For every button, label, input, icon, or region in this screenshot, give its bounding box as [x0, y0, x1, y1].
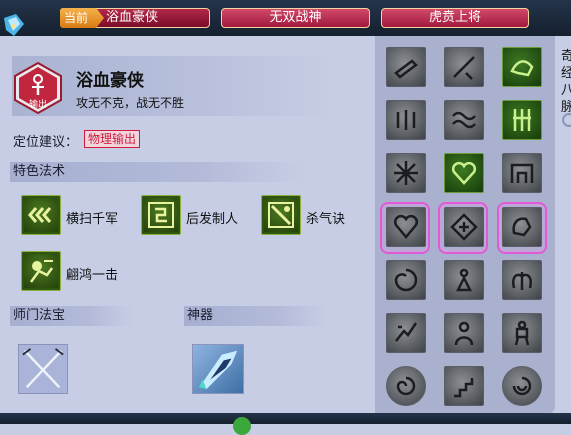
- artifact-section-title: 神器: [184, 306, 327, 326]
- meridian-slot[interactable]: [386, 47, 426, 87]
- meridian-slot[interactable]: [502, 207, 542, 247]
- skill-name: 后发制人: [186, 212, 239, 227]
- skill-name: 横扫千军: [66, 212, 119, 227]
- raining-blade-icon: [396, 110, 416, 130]
- skills-section-title: 特色法术: [10, 162, 303, 182]
- dragon-icon: [510, 60, 534, 77]
- meridian-slot[interactable]: [444, 47, 484, 87]
- meridian-slot[interactable]: [386, 100, 426, 140]
- green-dot-icon: [233, 417, 251, 435]
- meridian-slot[interactable]: [386, 366, 426, 406]
- skill-icon-1[interactable]: [21, 195, 61, 235]
- skill-name: 翩鸿一击: [66, 268, 119, 283]
- dash-strike-icon: [395, 322, 418, 342]
- fortress-icon: [510, 163, 534, 183]
- bottom-bar: [0, 413, 571, 424]
- heart-shield-icon: [393, 214, 419, 239]
- meridian-slot[interactable]: [386, 260, 426, 300]
- stairs-icon: [454, 378, 474, 398]
- meridian-slot[interactable]: [444, 366, 484, 406]
- side-panel-text: 奇经八脉: [561, 49, 571, 112]
- spear-artifact-icon: [198, 350, 238, 390]
- badge-label: 输出: [29, 98, 47, 110]
- wings-icon: [512, 272, 532, 290]
- tab-current-school[interactable]: 当前 浴血豪侠: [60, 8, 210, 28]
- skill-icon-3[interactable]: [261, 195, 301, 235]
- tab-school-2[interactable]: 无双战神: [221, 8, 370, 28]
- meridian-slot[interactable]: [444, 260, 484, 300]
- skill-name: 杀气诀: [306, 212, 346, 227]
- gate-rune-icon: [450, 213, 478, 241]
- burst-icon: [394, 161, 418, 185]
- position-label: 定位建议：: [13, 135, 79, 150]
- meridian-slot[interactable]: [502, 100, 542, 140]
- coin-knot-icon: [512, 376, 532, 396]
- treasure-section-title: 师门法宝: [10, 306, 133, 326]
- counter-strike-icon: [148, 202, 174, 228]
- meridian-slot[interactable]: [386, 207, 426, 247]
- meridian-slot[interactable]: [502, 153, 542, 193]
- chevron-slash-icon: [28, 207, 52, 223]
- swift-strike-icon: [29, 260, 54, 283]
- crystal-gem-icon: [4, 14, 24, 36]
- meridian-slot[interactable]: [444, 153, 484, 193]
- meridian-slot[interactable]: [444, 207, 484, 247]
- fist-icon: [512, 217, 532, 237]
- meridian-slot[interactable]: [386, 153, 426, 193]
- bamboo-icon: [513, 109, 531, 131]
- sword-strike-icon: [453, 56, 475, 80]
- artifact-slot[interactable]: [192, 344, 244, 394]
- meridian-slot[interactable]: [502, 260, 542, 300]
- position-tag: 物理输出: [84, 130, 141, 148]
- side-circle-icon[interactable]: [562, 113, 571, 127]
- killing-aura-icon: [268, 202, 294, 228]
- warrior-stance-icon: [514, 320, 530, 346]
- skill-icon-4[interactable]: [21, 251, 61, 291]
- hero-name: 浴血豪侠: [76, 71, 144, 91]
- wave-icon: [452, 111, 476, 129]
- warrior-bust-icon: [454, 321, 474, 346]
- meridian-slot[interactable]: [386, 313, 426, 353]
- meridian-slot[interactable]: [444, 100, 484, 140]
- damage-role-badge: 输出: [14, 62, 62, 114]
- meridian-slot[interactable]: [502, 313, 542, 353]
- tab-current-label: 浴血豪侠: [106, 10, 159, 25]
- cannon-icon: [394, 59, 418, 79]
- skill-icon-2[interactable]: [141, 195, 181, 235]
- top-tab-bar: 当前 浴血豪侠 无双战神 虎贲上将: [0, 0, 571, 36]
- heart-icon: [451, 161, 477, 185]
- hero-description: 攻无不克，战无不胜: [76, 96, 185, 110]
- current-flag: 当前: [60, 8, 104, 28]
- meridian-slot[interactable]: [444, 313, 484, 353]
- coin-swirl-icon: [396, 376, 416, 396]
- crossed-swords-icon: [22, 348, 64, 389]
- tab-school-3[interactable]: 虎贲上将: [381, 8, 529, 28]
- meditating-figure-icon: [455, 268, 473, 292]
- school-treasure-slot[interactable]: [18, 344, 68, 394]
- meridian-slot[interactable]: [502, 47, 542, 87]
- swirl-orb-icon: [394, 268, 418, 292]
- meridian-slot[interactable]: [502, 366, 542, 406]
